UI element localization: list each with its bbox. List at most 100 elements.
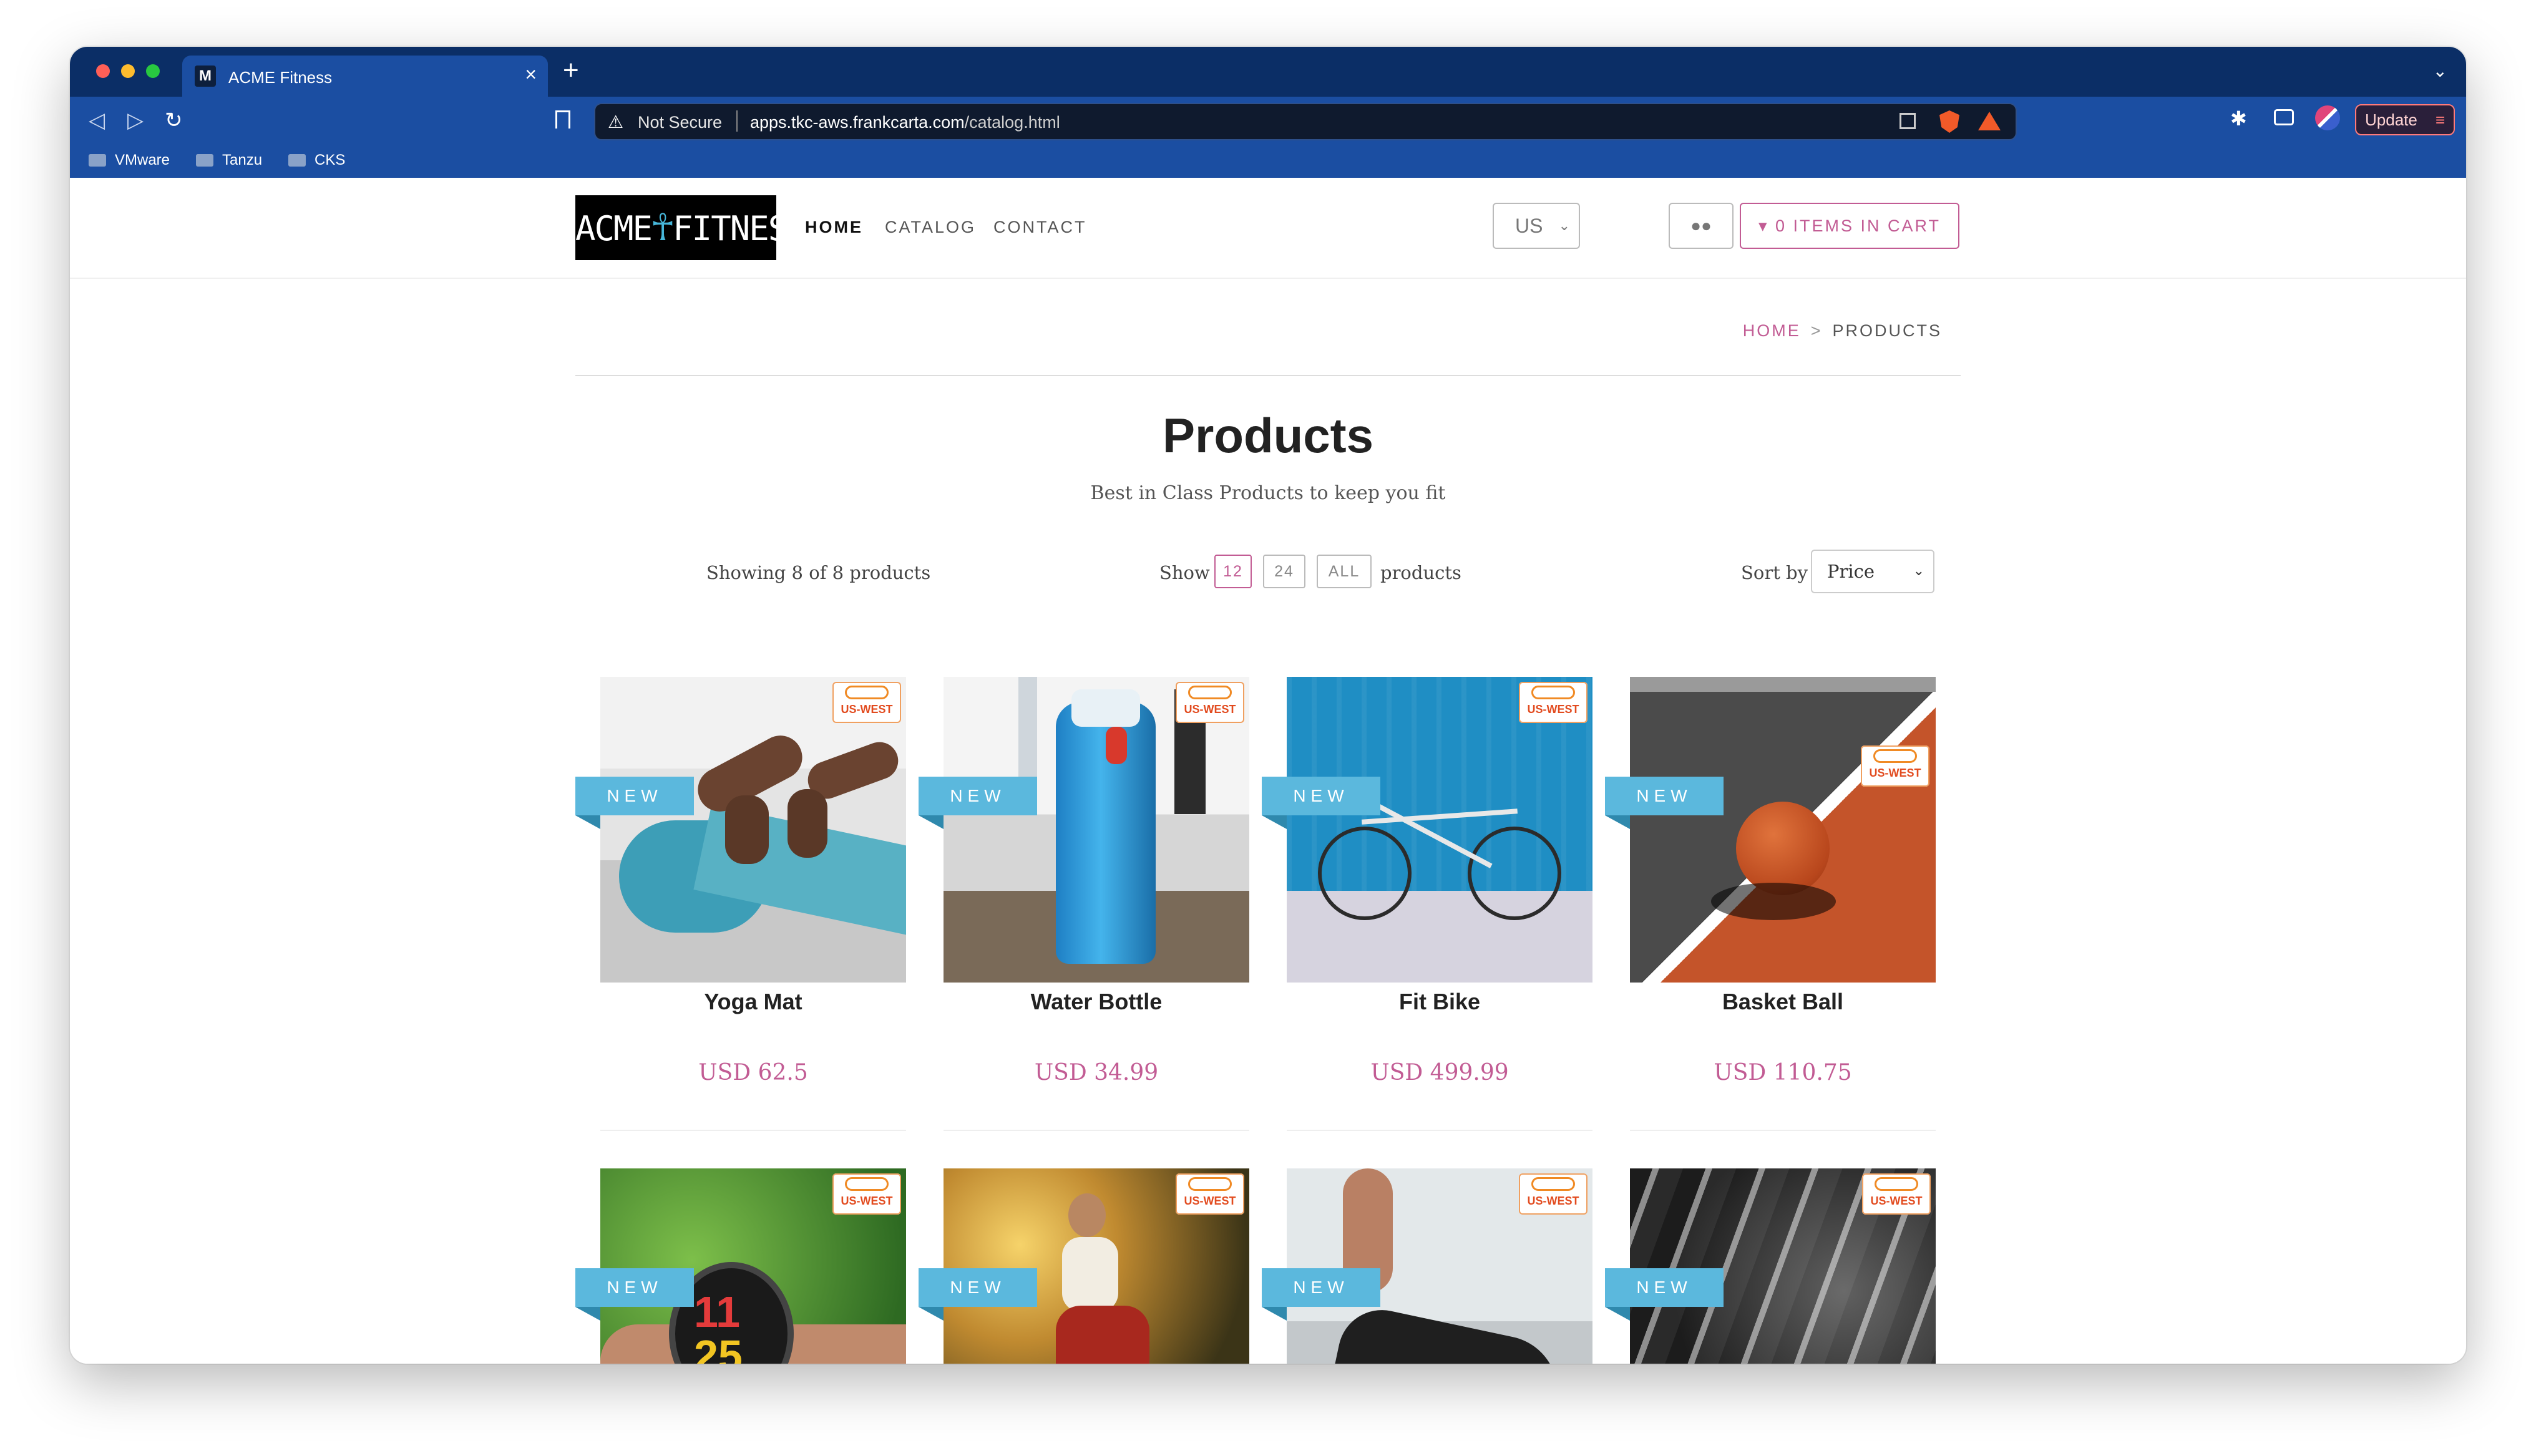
card-divider	[600, 1130, 906, 1131]
region-value: US	[1515, 215, 1543, 237]
bookmark-folder-cks[interactable]: CKS	[288, 152, 345, 169]
minimize-window-button[interactable]	[121, 64, 135, 78]
close-window-button[interactable]	[96, 64, 110, 78]
address-bar[interactable]: ⚠ Not Secure apps.tkc-aws.frankcarta.com…	[594, 103, 2017, 140]
aws-region-badge: US-WEST	[1519, 1173, 1587, 1215]
bookmark-icon[interactable]	[555, 110, 570, 133]
product-price: USD 34.99	[1034, 1060, 1159, 1085]
brave-rewards-icon[interactable]	[1978, 112, 2001, 130]
fitness-pants-image[interactable]: US-WEST	[944, 1168, 1249, 1364]
sort-value: Price	[1827, 561, 1875, 582]
update-button[interactable]: Update ≡	[2355, 104, 2455, 135]
card-divider	[1630, 1130, 1936, 1131]
menu-icon: ≡	[2435, 110, 2445, 129]
folder-icon	[89, 154, 106, 167]
amazon-cloud-icon	[1188, 1177, 1232, 1191]
aws-region-badge: US-WEST	[1862, 1173, 1931, 1215]
amazon-cloud-icon	[1188, 686, 1232, 699]
tab-favicon-icon: M	[195, 66, 216, 87]
new-badge: NEW	[1605, 777, 1724, 829]
page-size-all[interactable]: ALL	[1317, 555, 1372, 588]
url-separator	[736, 110, 738, 132]
reload-icon[interactable]: ↻	[165, 108, 183, 133]
page-size-24[interactable]: 24	[1263, 555, 1305, 588]
browser-tab-active[interactable]: M ACME Fitness ×	[182, 56, 548, 97]
url-path: /catalog.html	[964, 113, 1060, 132]
cart-icon: ▾	[1758, 216, 1769, 235]
tab-bar: M ACME Fitness × + ⌄	[70, 47, 2466, 97]
tab-close-icon[interactable]: ×	[525, 63, 537, 86]
forward-icon[interactable]: ▷	[127, 108, 144, 133]
water-bottle-image[interactable]: US-WEST	[944, 677, 1249, 983]
bookmark-label: Tanzu	[222, 152, 263, 168]
user-button[interactable]: ●●	[1669, 203, 1734, 249]
back-icon[interactable]: ◁	[89, 108, 105, 133]
amazon-cloud-icon	[1531, 1177, 1575, 1191]
showing-count: Showing 8 of 8 products	[706, 562, 931, 583]
breadcrumb: HOME > PRODUCTS	[1743, 321, 1942, 341]
folder-icon	[288, 154, 306, 167]
product-name[interactable]: Fit Bike	[1287, 989, 1592, 1015]
acme-fitness-logo[interactable]: ACME☥FITNESS	[575, 195, 776, 260]
nav-contact[interactable]: CONTACT	[993, 218, 1087, 237]
security-label[interactable]: Not Secure	[638, 113, 722, 132]
new-tab-button[interactable]: +	[563, 56, 579, 85]
breadcrumb-home[interactable]: HOME	[1743, 321, 1801, 340]
product-name[interactable]: Basket Ball	[1630, 989, 1936, 1015]
smart-watch-image[interactable]: 11 25 US-WEST	[600, 1168, 906, 1364]
site-header: ACME☥FITNESS HOME CATALOG CONTACT US ⌄ ●…	[70, 178, 2466, 279]
new-badge: NEW	[575, 1268, 694, 1321]
url-host: apps.tkc-aws.frankcarta.com	[750, 113, 965, 132]
breadcrumb-current: PRODUCTS	[1832, 321, 1942, 340]
browser-window: M ACME Fitness × + ⌄ ◁ ▷ ↻ ⚠ Not Secure …	[70, 47, 2466, 1364]
new-badge: NEW	[919, 777, 1037, 829]
running-shoe-image[interactable]: US-WEST	[1287, 1168, 1592, 1364]
product-price: USD 62.5	[698, 1060, 808, 1085]
new-badge: NEW	[1605, 1268, 1724, 1321]
url-text[interactable]: apps.tkc-aws.frankcarta.com/catalog.html	[750, 113, 1060, 132]
extensions-icon[interactable]: ✱	[2230, 107, 2247, 130]
qr-code-icon[interactable]	[1900, 113, 1916, 129]
wallet-icon[interactable]	[2274, 109, 2294, 125]
fit-bike-image[interactable]: US-WEST	[1287, 677, 1592, 983]
page-title: Products	[1162, 408, 1374, 463]
cart-button[interactable]: ▾ 0 ITEMS IN CART	[1740, 203, 1959, 249]
nav-home[interactable]: HOME	[805, 218, 863, 237]
dumbbells-image[interactable]: US-WEST	[1630, 1168, 1936, 1364]
bookmark-label: VMware	[115, 152, 170, 168]
bookmark-folder-tanzu[interactable]: Tanzu	[196, 152, 262, 169]
chevron-down-icon: ⌄	[1913, 563, 1924, 579]
update-label: Update	[2365, 110, 2417, 129]
cart-label: 0 ITEMS IN CART	[1775, 216, 1941, 235]
logo-text-right: FITNESS	[673, 209, 776, 248]
maximize-window-button[interactable]	[146, 64, 160, 78]
tab-list-chevron-icon[interactable]: ⌄	[2433, 61, 2447, 81]
new-badge: NEW	[919, 1268, 1037, 1321]
aws-region-badge: US-WEST	[1176, 682, 1244, 723]
header-divider	[575, 375, 1961, 376]
aws-region-badge: US-WEST	[1176, 1173, 1244, 1215]
watch-face-icon: 11	[694, 1288, 740, 1336]
aws-region-badge: US-WEST	[1519, 682, 1587, 723]
bookmark-folder-vmware[interactable]: VMware	[89, 152, 170, 169]
basket-ball-image[interactable]: US-WEST	[1630, 677, 1936, 983]
aws-region-badge: US-WEST	[1861, 745, 1929, 787]
profile-avatar[interactable]	[2315, 105, 2340, 130]
sort-select[interactable]: Price ⌄	[1811, 550, 1934, 593]
browser-toolbar: ◁ ▷ ↻ ⚠ Not Secure apps.tkc-aws.frankcar…	[70, 97, 2466, 145]
users-icon: ●●	[1690, 216, 1712, 235]
page-size-12[interactable]: 12	[1214, 555, 1252, 588]
product-price: USD 499.99	[1370, 1060, 1509, 1085]
nav-catalog[interactable]: CATALOG	[885, 218, 976, 237]
new-badge: NEW	[575, 777, 694, 829]
aws-region-badge: US-WEST	[832, 682, 901, 723]
amazon-cloud-icon	[1875, 1177, 1918, 1191]
tab-title: ACME Fitness	[228, 68, 333, 87]
region-select[interactable]: US ⌄	[1493, 203, 1580, 249]
bookmark-label: CKS	[315, 152, 346, 168]
brave-shields-icon[interactable]	[1939, 110, 1959, 133]
product-name[interactable]: Water Bottle	[944, 989, 1249, 1015]
product-name[interactable]: Yoga Mat	[600, 989, 906, 1015]
yoga-mat-image[interactable]: US-WEST	[600, 677, 906, 983]
aws-region-badge: US-WEST	[832, 1173, 901, 1215]
